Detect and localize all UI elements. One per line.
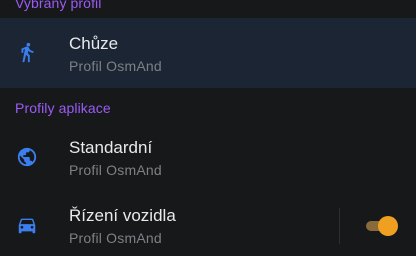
- profile-title: Řízení vozidla: [69, 206, 176, 225]
- profile-subtitle: Profil OsmAnd: [69, 230, 162, 246]
- app-profiles-heading: Profily aplikace: [15, 100, 111, 116]
- toggle-thumb: [378, 216, 398, 236]
- profile-title: Chůze: [69, 34, 119, 53]
- walking-icon: [21, 42, 34, 63]
- profile-title: Standardní: [69, 138, 153, 157]
- profile-item-standard[interactable]: Standardní Profil OsmAnd: [0, 124, 416, 190]
- profile-item-walking[interactable]: Chůze Profil OsmAnd: [0, 18, 416, 88]
- profile-enable-toggle[interactable]: [366, 216, 398, 236]
- profile-subtitle: Profil OsmAnd: [69, 58, 162, 74]
- divider: [339, 208, 340, 244]
- profile-item-driving[interactable]: Řízení vozidla Profil OsmAnd: [0, 194, 416, 256]
- selected-profile-heading: Vybraný profil: [15, 0, 102, 11]
- profile-subtitle: Profil OsmAnd: [69, 162, 162, 178]
- globe-icon: [17, 147, 37, 167]
- car-icon: [18, 218, 36, 234]
